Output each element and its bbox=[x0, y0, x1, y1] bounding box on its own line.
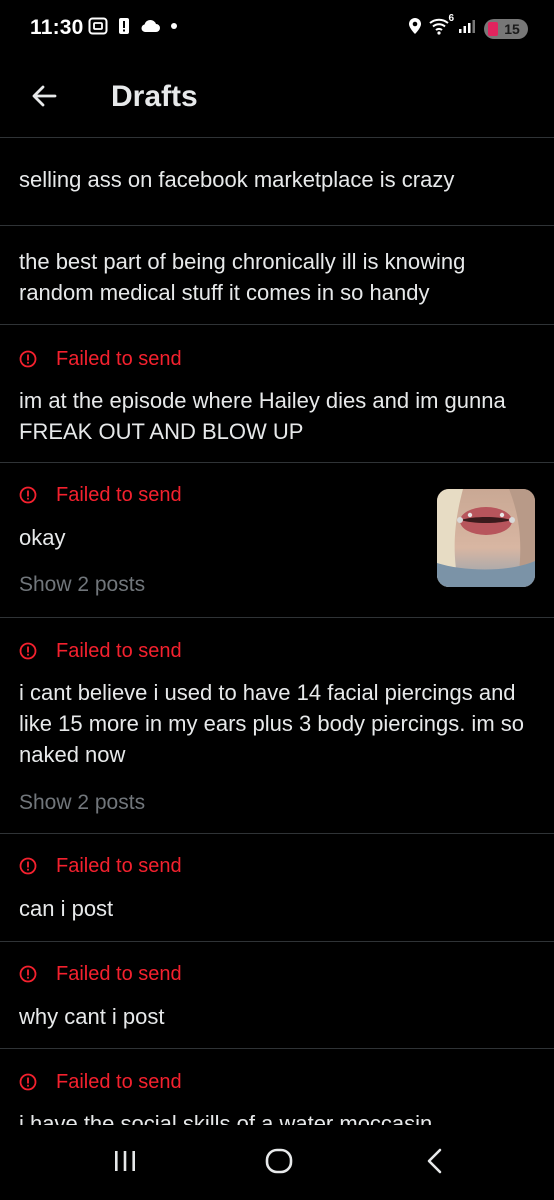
status-time: 11:30 bbox=[30, 16, 84, 39]
wifi-label: 6 bbox=[448, 13, 454, 24]
error-status: Failed to send bbox=[19, 1067, 535, 1097]
draft-item[interactable]: Failed to send im at the episode where H… bbox=[0, 325, 554, 463]
error-icon bbox=[19, 486, 56, 504]
draft-text: can i post bbox=[19, 896, 114, 921]
status-left-icons bbox=[88, 17, 178, 35]
draft-item[interactable]: Failed to send why cant i post bbox=[0, 942, 554, 1049]
draft-text: selling ass on facebook marketplace is c… bbox=[19, 167, 455, 192]
draft-item[interactable]: Failed to send can i post bbox=[0, 834, 554, 942]
draft-item[interactable]: selling ass on facebook marketplace is c… bbox=[0, 139, 554, 226]
error-status: Failed to send bbox=[19, 959, 535, 989]
back-nav-button[interactable] bbox=[405, 1143, 465, 1183]
error-icon bbox=[19, 642, 56, 660]
error-icon bbox=[19, 965, 56, 983]
error-label: Failed to send bbox=[56, 854, 182, 877]
dot-icon bbox=[170, 22, 178, 30]
location-icon bbox=[408, 17, 422, 40]
screenshot-icon bbox=[88, 17, 108, 35]
system-nav-bar bbox=[0, 1125, 554, 1200]
draft-item[interactable]: Failed to send i cant believe i used to … bbox=[0, 618, 554, 834]
draft-thumbnail[interactable] bbox=[437, 489, 535, 587]
status-bar: 11:30 6 15 bbox=[0, 0, 554, 58]
draft-item[interactable]: Failed to send i have the social skills … bbox=[0, 1049, 554, 1126]
error-label: Failed to send bbox=[56, 347, 182, 370]
error-label: Failed to send bbox=[56, 1070, 182, 1093]
error-icon bbox=[19, 350, 56, 368]
back-icon bbox=[425, 1148, 445, 1179]
error-status: Failed to send bbox=[19, 851, 535, 881]
draft-list[interactable]: selling ass on facebook marketplace is c… bbox=[0, 139, 554, 1125]
arrow-left-icon bbox=[31, 84, 57, 113]
error-status: Failed to send bbox=[19, 636, 535, 666]
status-right-icons: 6 15 bbox=[408, 13, 528, 40]
recents-icon bbox=[112, 1149, 138, 1178]
page-title: Drafts bbox=[111, 80, 198, 113]
back-button[interactable] bbox=[24, 78, 64, 118]
recents-button[interactable] bbox=[95, 1143, 155, 1183]
battery-level: 15 bbox=[504, 20, 520, 37]
error-label: Failed to send bbox=[56, 962, 182, 985]
draft-text: the best part of being chronically ill i… bbox=[19, 249, 466, 305]
show-posts-link[interactable]: Show 2 posts bbox=[19, 788, 535, 818]
draft-item[interactable]: the best part of being chronically ill i… bbox=[0, 226, 554, 325]
draft-text: i have the social skills of a water mocc… bbox=[19, 1111, 433, 1125]
cloud-icon bbox=[140, 19, 160, 33]
thumbnail-image bbox=[437, 489, 535, 587]
draft-item[interactable]: Failed to send okay Show 2 posts bbox=[0, 463, 554, 618]
home-button[interactable] bbox=[249, 1143, 309, 1183]
alert-icon bbox=[118, 17, 130, 35]
header: Drafts bbox=[0, 58, 554, 138]
draft-text: why cant i post bbox=[19, 1004, 165, 1029]
home-icon bbox=[265, 1148, 293, 1179]
error-status: Failed to send bbox=[19, 344, 535, 374]
error-label: Failed to send bbox=[56, 639, 182, 662]
error-label: Failed to send bbox=[56, 483, 182, 506]
draft-text: im at the episode where Hailey dies and … bbox=[19, 388, 506, 444]
error-icon bbox=[19, 1073, 56, 1091]
wifi-icon: 6 bbox=[428, 13, 454, 40]
error-icon bbox=[19, 857, 56, 875]
battery-icon: 15 bbox=[484, 18, 528, 39]
draft-text: i cant believe i used to have 14 facial … bbox=[19, 680, 524, 767]
signal-icon bbox=[458, 18, 478, 39]
